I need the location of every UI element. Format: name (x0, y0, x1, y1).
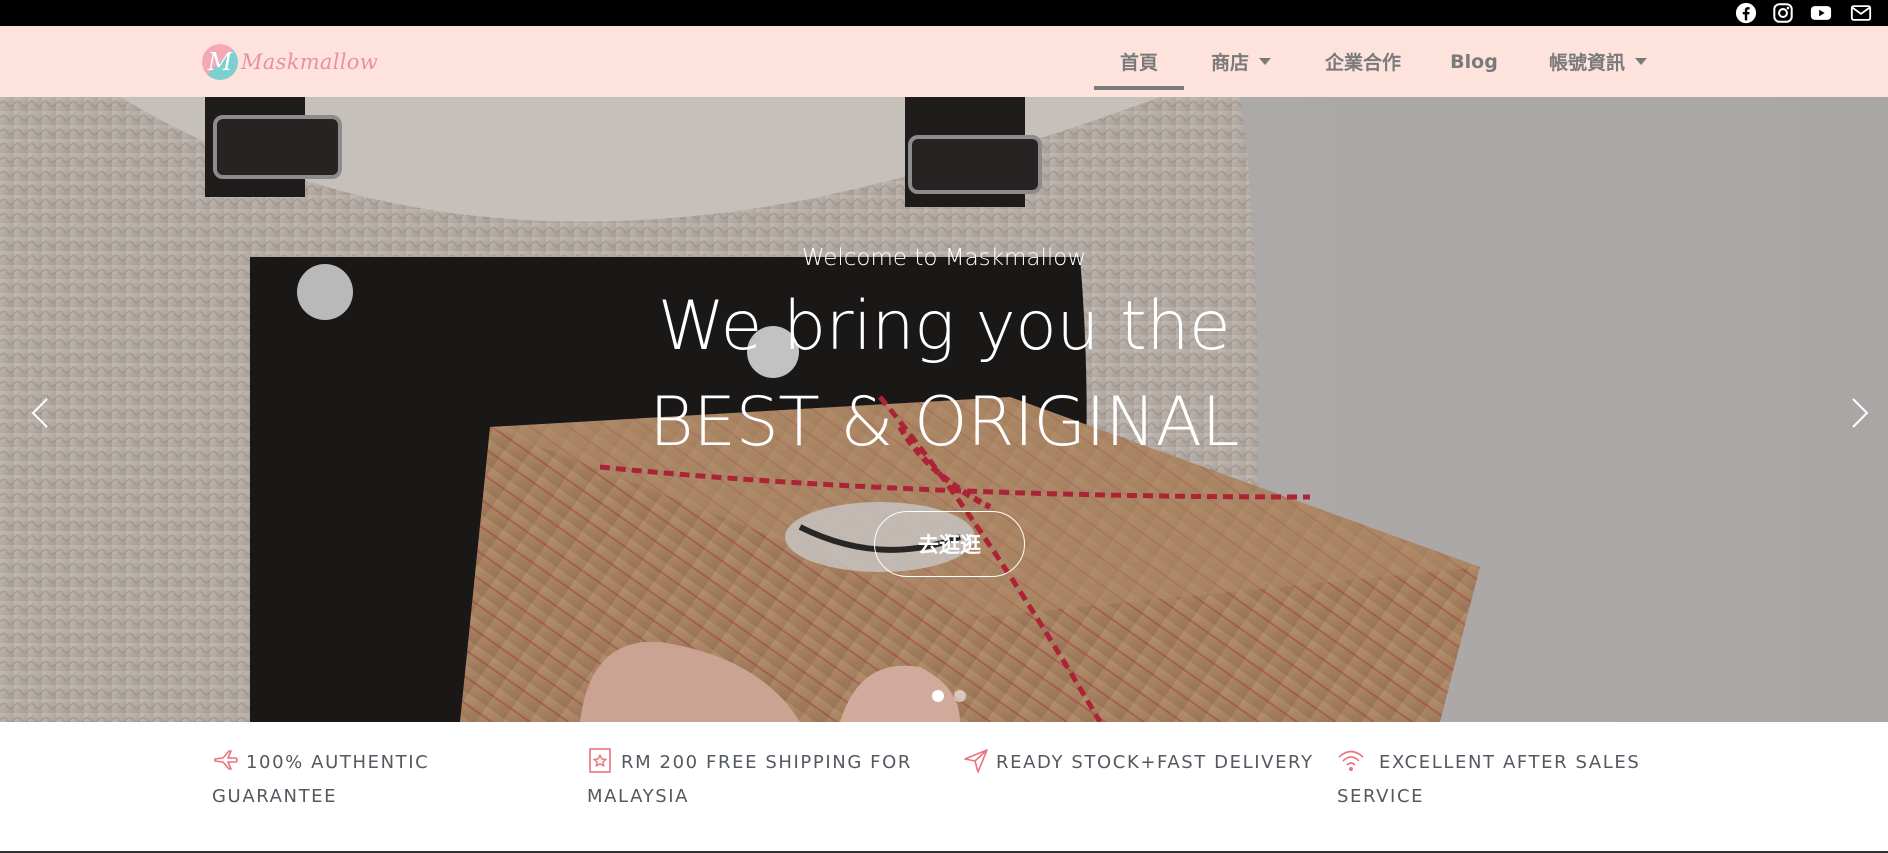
youtube-icon[interactable] (1809, 1, 1833, 25)
feature-after-sales: EXCELLENT AFTER SALES SERVICE (1337, 746, 1677, 814)
nav-label: 帳號資訊 (1548, 52, 1625, 74)
feature-authentic: 100% AUTHENTIC GUARANTEE (212, 746, 512, 814)
site-header: M Maskmallow 首頁 商店 企業合作 Blog 帳號資訊 (0, 26, 1888, 97)
paper-plane-icon (964, 749, 988, 773)
slider-dot-1[interactable] (932, 690, 944, 702)
logo-mark: M (202, 44, 238, 80)
airplane-icon (214, 750, 238, 770)
slider-next-arrow-icon[interactable] (1845, 393, 1875, 433)
feature-fast-delivery: READY STOCK+FAST DELIVERY (962, 746, 1332, 780)
nav-label: 企業合作 (1324, 52, 1401, 74)
nav-item-blog[interactable]: Blog (1444, 26, 1504, 97)
site-logo[interactable]: M Maskmallow (202, 43, 378, 81)
nav-active-indicator (1094, 86, 1184, 90)
top-social-bar (0, 0, 1888, 26)
logo-letter: M (207, 48, 233, 76)
nav-item-account[interactable]: 帳號資訊 (1540, 26, 1656, 97)
instagram-icon[interactable] (1771, 1, 1795, 25)
feature-text: EXCELLENT AFTER SALES SERVICE (1337, 752, 1641, 807)
nav-item-business[interactable]: 企業合作 (1315, 26, 1411, 97)
facebook-icon[interactable] (1734, 1, 1758, 25)
hero-headline-line-1: We bring you the (657, 287, 1231, 366)
chevron-down-icon (1259, 58, 1271, 65)
star-tag-icon (589, 748, 611, 773)
feature-free-shipping: RM 200 FREE SHIPPING FOR MALAYSIA (587, 746, 927, 814)
shop-now-button[interactable]: 去逛逛 (874, 511, 1025, 577)
slider-dot-2[interactable] (954, 690, 966, 702)
logo-text: Maskmallow (241, 50, 379, 74)
email-icon[interactable] (1849, 1, 1873, 25)
nav-item-shop[interactable]: 商店 (1196, 26, 1286, 97)
feature-text: RM 200 FREE SHIPPING FOR MALAYSIA (587, 752, 913, 807)
feature-text: READY STOCK+FAST DELIVERY (996, 752, 1314, 773)
chevron-down-icon (1635, 58, 1647, 65)
hero-slider: Welcome to Maskmallow We bring you the B… (0, 97, 1888, 722)
hero-headline-line-2: BEST & ORIGINAL (649, 383, 1239, 462)
slider-prev-arrow-icon[interactable] (25, 393, 55, 433)
feature-text: 100% AUTHENTIC GUARANTEE (212, 752, 430, 807)
nav-label: Blog (1450, 50, 1498, 73)
wifi-icon (1338, 750, 1364, 771)
hero-kicker: Welcome to Maskmallow (801, 245, 1087, 271)
nav-label: 商店 (1210, 52, 1249, 74)
nav-label: 首頁 (1119, 52, 1158, 74)
